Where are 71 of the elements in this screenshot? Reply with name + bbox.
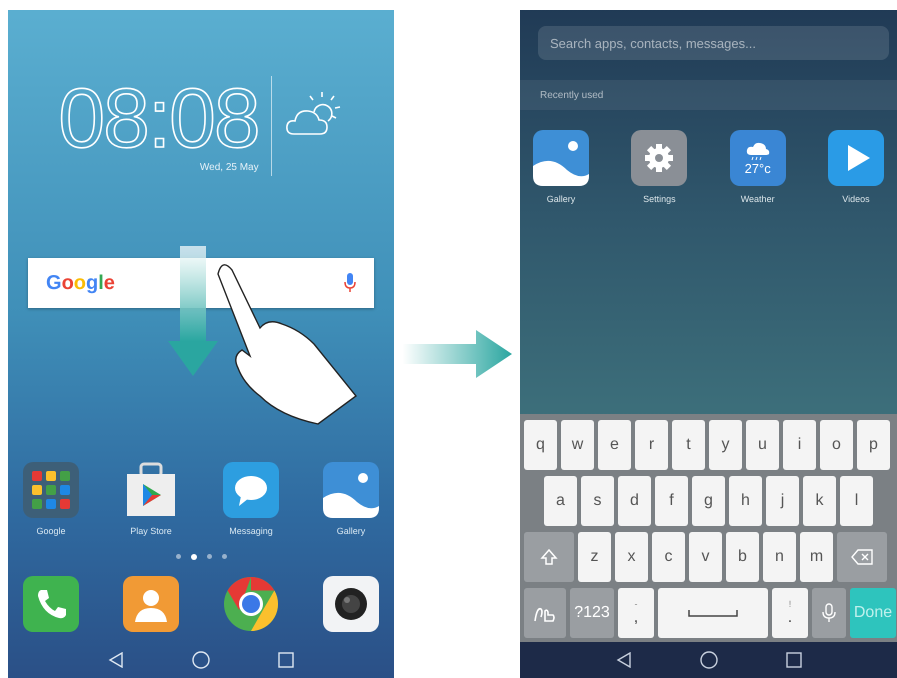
- speech-bubble-icon: [223, 462, 279, 518]
- right-arrow-icon: [402, 330, 512, 378]
- backspace-icon: [851, 549, 873, 565]
- home-button[interactable]: [192, 651, 210, 669]
- microphone-icon: [822, 603, 836, 623]
- letter-key[interactable]: e: [598, 420, 631, 470]
- temperature-text: 27°c: [744, 160, 771, 176]
- letter-key[interactable]: m: [800, 532, 833, 582]
- letter-key[interactable]: h: [729, 476, 762, 526]
- camera-icon[interactable]: [323, 576, 379, 632]
- microphone-key[interactable]: [812, 588, 846, 638]
- punctuation-key[interactable]: ! .: [772, 588, 808, 638]
- play-icon: [828, 130, 884, 186]
- app-label: Google: [36, 526, 66, 536]
- handwriting-key[interactable]: [524, 588, 566, 638]
- letter-key[interactable]: z: [578, 532, 611, 582]
- search-logo: Google: [46, 272, 115, 294]
- letter-key[interactable]: v: [689, 532, 722, 582]
- rain-cloud-icon: [744, 140, 771, 160]
- app-label: Gallery: [336, 526, 366, 536]
- back-button[interactable]: [108, 652, 124, 668]
- recents-button[interactable]: [278, 652, 294, 668]
- clock-time: 08:08: [58, 76, 259, 160]
- phone-icon[interactable]: [23, 576, 79, 632]
- letter-key[interactable]: t: [672, 420, 705, 470]
- app-label: Videos: [842, 194, 870, 204]
- landscape-icon: [323, 462, 379, 518]
- letter-key[interactable]: u: [746, 420, 779, 470]
- backspace-key[interactable]: [837, 532, 887, 582]
- app-label: Messaging: [229, 526, 273, 536]
- shift-arrow-icon: [540, 548, 558, 566]
- letter-key[interactable]: n: [763, 532, 796, 582]
- punctuation-key[interactable]: - ,: [618, 588, 654, 638]
- browser-icon[interactable]: [223, 576, 279, 632]
- app-label: Weather: [740, 194, 775, 204]
- folder-icon: [23, 462, 79, 518]
- letter-key[interactable]: j: [766, 476, 799, 526]
- letter-key[interactable]: p: [857, 420, 890, 470]
- letter-key[interactable]: q: [524, 420, 557, 470]
- space-bar-icon: [688, 609, 738, 617]
- back-button[interactable]: [616, 652, 632, 668]
- letter-key[interactable]: a: [544, 476, 577, 526]
- page-dot[interactable]: [190, 554, 196, 560]
- letter-key[interactable]: x: [615, 532, 648, 582]
- section-title: Recently used: [540, 90, 604, 100]
- letter-key[interactable]: s: [581, 476, 614, 526]
- app-label: Play Store: [130, 526, 172, 536]
- letter-key[interactable]: b: [726, 532, 759, 582]
- recents-button[interactable]: [786, 652, 802, 668]
- app-label: Gallery: [546, 194, 576, 204]
- letter-key[interactable]: l: [840, 476, 873, 526]
- letter-key[interactable]: g: [692, 476, 725, 526]
- microphone-icon[interactable]: [344, 273, 356, 293]
- landscape-icon: [533, 130, 589, 186]
- letter-key[interactable]: k: [803, 476, 836, 526]
- letter-key[interactable]: r: [635, 420, 668, 470]
- page-dot[interactable]: [222, 554, 226, 559]
- gear-icon: [631, 130, 688, 186]
- letter-key[interactable]: i: [783, 420, 816, 470]
- letter-key[interactable]: y: [709, 420, 742, 470]
- letter-key[interactable]: w: [561, 420, 594, 470]
- letter-key[interactable]: f: [655, 476, 688, 526]
- page-dot[interactable]: [176, 554, 180, 559]
- letter-key[interactable]: d: [618, 476, 651, 526]
- person-icon[interactable]: [123, 576, 179, 632]
- letter-key[interactable]: o: [820, 420, 853, 470]
- letter-key[interactable]: c: [652, 532, 685, 582]
- app-label: Settings: [643, 194, 676, 204]
- home-button[interactable]: [700, 651, 718, 669]
- page-dot[interactable]: [206, 554, 212, 559]
- clock-date: Wed, 25 May: [200, 162, 259, 173]
